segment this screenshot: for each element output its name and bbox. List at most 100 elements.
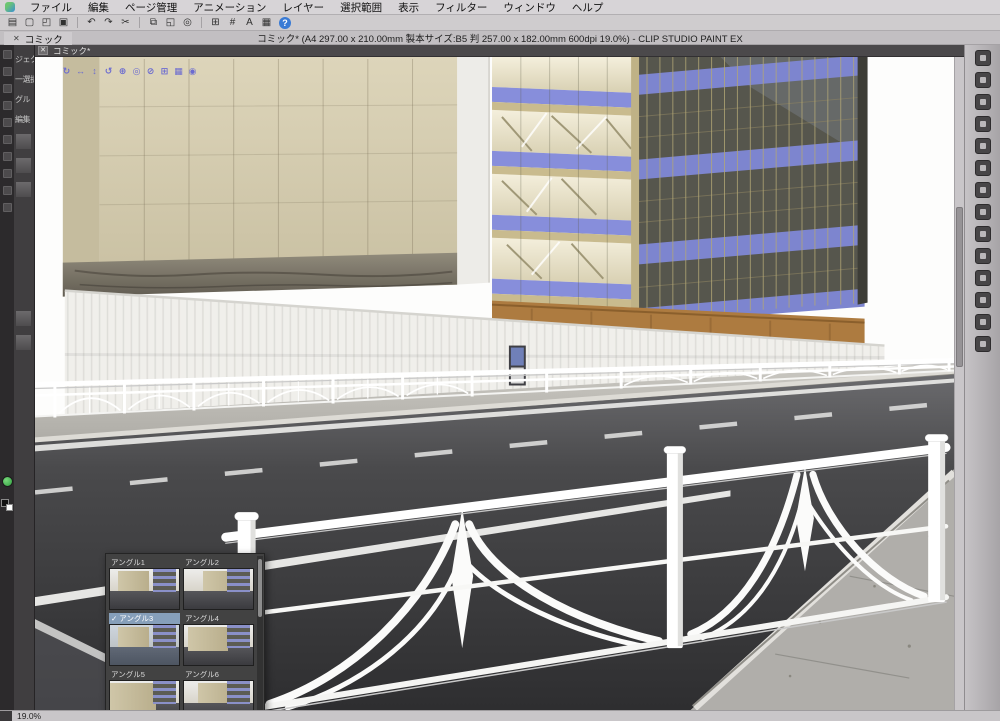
text-tool-icon[interactable]: A [242, 16, 257, 30]
menu-item-file[interactable]: ファイル [22, 0, 80, 15]
tool-icon[interactable] [2, 169, 12, 178]
menu-item-layer[interactable]: レイヤー [274, 0, 332, 15]
toolbar-separator [201, 17, 202, 28]
menubar: ファイル 編集 ページ管理 アニメーション レイヤー 選択範囲 表示 フィルター… [0, 0, 1000, 15]
object-move-icon[interactable]: ⊕ [116, 65, 129, 78]
object-manipulation-toolbar: ↻ ↔ ↕ ↺ ⊕ ◎ ⊘ ⊞ ▦ ◉ [60, 65, 199, 78]
tool-icon[interactable] [2, 152, 12, 161]
tool-strip [0, 45, 14, 710]
scrollbar-thumb[interactable] [258, 559, 262, 617]
menu-item-selection[interactable]: 選択範囲 [332, 0, 390, 15]
palette-tab-icon[interactable] [974, 336, 991, 352]
new-canvas-icon[interactable]: ▢ [22, 16, 37, 30]
sub-tool-label-edit[interactable]: 編集 [14, 114, 34, 125]
palette-tab-icon[interactable] [974, 116, 991, 132]
render-mode-icon[interactable]: ▦ [172, 65, 185, 78]
angle-preset-thumbnail[interactable] [183, 568, 254, 610]
angle-preset-item[interactable]: アングル6 [183, 669, 254, 710]
sub-tool-label-object[interactable]: ジェクト [14, 54, 34, 65]
angle-preset-item[interactable]: アングル1 [109, 557, 180, 610]
palette-tab-icon[interactable] [974, 226, 991, 242]
sub-tool-thumbnail[interactable] [16, 182, 31, 197]
sub-tool-panel: ジェクト 一選択 グル 編集 [14, 45, 35, 710]
current-color-indicator[interactable] [1, 476, 13, 487]
menu-item-help[interactable]: ヘルプ [564, 0, 612, 15]
sub-tool-label-layer-select[interactable]: 一選択 [14, 74, 34, 85]
angle-preset-item-selected[interactable]: ✓ アングル3 [109, 613, 180, 666]
menu-item-window[interactable]: ウィンドウ [495, 0, 564, 15]
zoom-tool-icon[interactable]: ◎ [180, 16, 195, 30]
tool-icon[interactable] [2, 186, 12, 195]
tool-icon[interactable] [2, 203, 12, 212]
palette-tab-icon[interactable] [974, 292, 991, 308]
angle-preset-thumbnail[interactable] [109, 624, 180, 666]
document-tab[interactable]: ✕ コミック [4, 32, 72, 46]
copy-icon[interactable]: ⧉ [146, 16, 161, 30]
tool-icon[interactable] [2, 118, 12, 127]
status-corner-icon [0, 711, 12, 721]
open-file-icon[interactable]: ◰ [39, 16, 54, 30]
tool-icon[interactable] [2, 84, 12, 93]
sub-tool-label-angle[interactable]: グル [14, 94, 34, 105]
tool-icon[interactable] [2, 67, 12, 76]
object-snap-icon[interactable]: ⊞ [158, 65, 171, 78]
angle-preset-thumbnail[interactable] [109, 680, 180, 710]
palette-tab-icon[interactable] [974, 50, 991, 66]
menu-item-view[interactable]: 表示 [390, 0, 427, 15]
palette-tab-icon[interactable] [974, 182, 991, 198]
palette-tab-icon[interactable] [974, 160, 991, 176]
grid-icon[interactable]: ⊞ [208, 16, 223, 30]
menu-item-filter[interactable]: フィルター [427, 0, 495, 15]
palette-tab-icon[interactable] [974, 72, 991, 88]
help-icon[interactable]: ? [279, 16, 291, 29]
palette-tab-icon[interactable] [974, 204, 991, 220]
menu-item-animation[interactable]: アニメーション [185, 0, 274, 15]
camera-rotate-icon[interactable]: ↻ [60, 65, 73, 78]
sub-tool-thumbnail[interactable] [16, 311, 31, 326]
menu-item-edit[interactable]: 編集 [80, 0, 117, 15]
tool-icon[interactable] [2, 135, 12, 144]
angle-preset-item[interactable]: アングル5 [109, 669, 180, 710]
canvas-vertical-scrollbar[interactable] [954, 57, 964, 710]
canvas-viewport[interactable]: ↻ ↔ ↕ ↺ ⊕ ◎ ⊘ ⊞ ▦ ◉ アングル1 アングル2 ✓ アングル3 … [35, 57, 964, 710]
camera-pan-icon[interactable]: ↔ [74, 65, 87, 78]
sub-tool-thumbnail[interactable] [16, 335, 31, 350]
snap-icon[interactable]: # [225, 16, 240, 30]
color-swatches[interactable] [1, 499, 13, 511]
object-rotate-x-icon[interactable]: ⊘ [144, 65, 157, 78]
material-icon[interactable]: ▦ [259, 16, 274, 30]
angle-preset-item[interactable]: アングル2 [183, 557, 254, 610]
cut-icon[interactable]: ✂ [118, 16, 133, 30]
tab-close-icon[interactable]: ✕ [13, 34, 20, 43]
angle-preset-item[interactable]: アングル4 [183, 613, 254, 666]
canvas-close-icon[interactable]: ✕ [38, 46, 48, 55]
angle-preset-thumbnail[interactable] [109, 568, 180, 610]
save-icon[interactable]: ▣ [56, 16, 71, 30]
angle-preset-thumbnail[interactable] [183, 624, 254, 666]
camera-zoom-icon[interactable]: ↕ [88, 65, 101, 78]
palette-tab-icon[interactable] [974, 270, 991, 286]
beige-building [62, 57, 491, 297]
panel-scrollbar[interactable] [257, 556, 263, 710]
scrollbar-thumb[interactable] [956, 207, 963, 367]
menu-icon[interactable]: ▤ [5, 16, 20, 30]
palette-tab-icon[interactable] [974, 138, 991, 154]
undo-icon[interactable]: ↶ [84, 16, 99, 30]
tool-icon[interactable] [2, 101, 12, 110]
sub-tool-thumbnail[interactable] [16, 134, 31, 149]
paste-icon[interactable]: ◱ [163, 16, 178, 30]
camera-roll-icon[interactable]: ↺ [102, 65, 115, 78]
object-rotate-y-icon[interactable]: ◎ [130, 65, 143, 78]
angle-preset-thumbnail[interactable] [183, 680, 254, 710]
palette-tab-icon[interactable] [974, 94, 991, 110]
sub-color-swatch[interactable] [6, 504, 13, 511]
angle-preset-label: アングル2 [185, 558, 219, 567]
redo-icon[interactable]: ↷ [101, 16, 116, 30]
tool-icon[interactable] [2, 50, 12, 59]
palette-tab-icon[interactable] [974, 314, 991, 330]
palette-tab-icon[interactable] [974, 248, 991, 264]
angle-preset-label: アングル1 [111, 558, 145, 567]
light-setting-icon[interactable]: ◉ [186, 65, 199, 78]
menu-item-page-management[interactable]: ページ管理 [117, 0, 185, 15]
sub-tool-thumbnail[interactable] [16, 158, 31, 173]
